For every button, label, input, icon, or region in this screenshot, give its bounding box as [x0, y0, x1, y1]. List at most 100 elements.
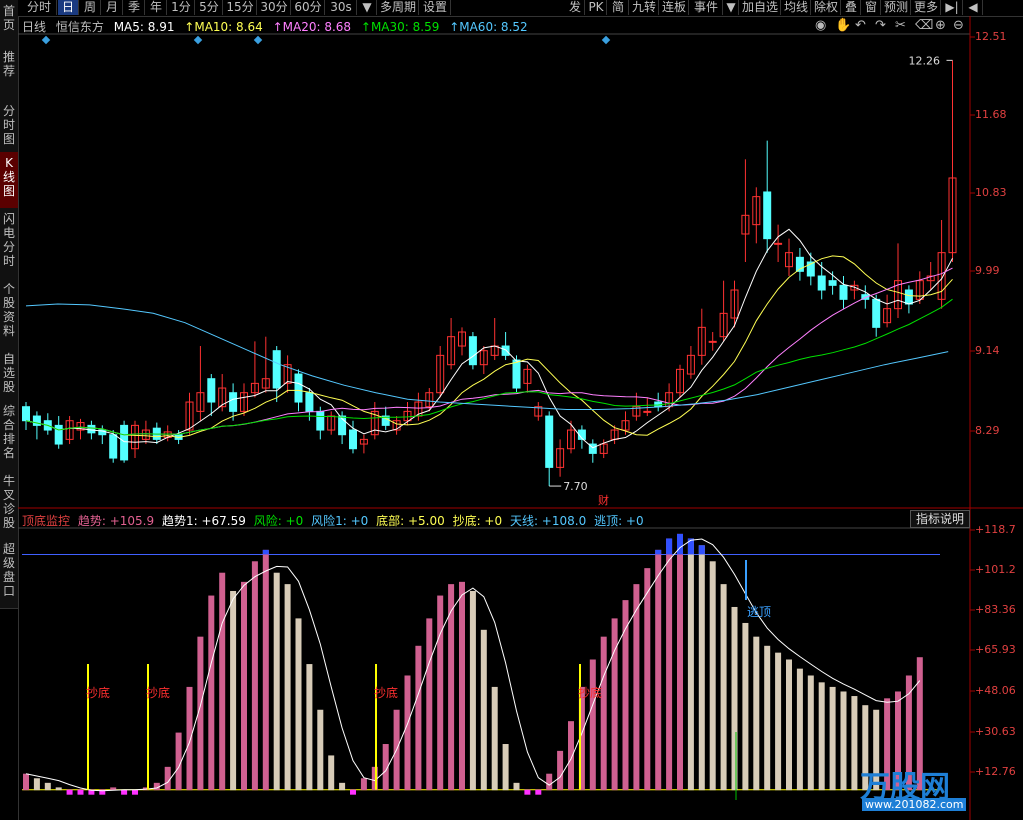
trend-bar	[600, 636, 607, 791]
chaodi-signal-label: 抄底	[578, 685, 602, 700]
price-tick: 12.51	[975, 30, 1007, 43]
price-tick: 9.14	[975, 344, 1000, 357]
candle-body	[54, 424, 63, 445]
trend-bar	[404, 675, 411, 791]
event-marker	[41, 35, 51, 45]
trend-bar	[764, 645, 771, 791]
taoding-bar	[677, 533, 683, 555]
trend-bar	[491, 686, 498, 791]
trend-bar	[818, 682, 825, 791]
taoding-bar	[698, 545, 705, 555]
watermark-url: www.201082.com	[862, 798, 967, 811]
indicator-bottom: 底部: +5.00	[376, 514, 445, 528]
bottom-mark	[524, 789, 531, 795]
candle-body	[545, 415, 554, 468]
trend-bar	[513, 782, 520, 791]
trend-bar	[262, 549, 269, 791]
trend-bar	[415, 645, 422, 791]
trend-bar	[339, 782, 346, 791]
trend-bar	[480, 629, 487, 791]
trend-bar	[328, 755, 335, 791]
indicator-risk: 风险: +0	[253, 514, 304, 528]
candle-body	[22, 406, 30, 422]
indicator-name[interactable]: 顶底监控	[22, 514, 70, 528]
indicator-tick: +12.76	[975, 765, 1016, 778]
trend-bar	[589, 659, 596, 791]
low-price-label: 7.70	[563, 480, 588, 493]
trend-bar	[786, 659, 792, 791]
event-marker	[193, 35, 203, 45]
trend-bar	[840, 691, 847, 791]
trend-bar	[295, 618, 302, 791]
trend-bar	[655, 549, 662, 791]
candle-body	[501, 345, 510, 356]
trend-bar	[851, 696, 858, 791]
ma20-line	[25, 267, 953, 436]
event-marker	[601, 35, 611, 45]
indicator-trend1: 趋势1: +67.59	[161, 514, 246, 528]
trend-bar	[807, 675, 814, 791]
bottom-mark	[350, 789, 356, 795]
candle-body	[774, 242, 783, 245]
trend-bar	[720, 584, 727, 791]
candle-body	[817, 275, 826, 291]
trend-bar	[796, 668, 803, 791]
candle-body	[109, 434, 118, 459]
indicator-tick: +65.93	[975, 643, 1016, 656]
trend-bar	[666, 538, 673, 791]
trend-bar	[23, 773, 29, 791]
candle-body	[349, 429, 357, 450]
price-tick: 10.83	[975, 186, 1007, 199]
trend-bar	[437, 595, 444, 791]
kline-chart[interactable]: 12.26 7.70 财抄底 抄底 抄底 抄底 逃顶	[0, 0, 1023, 820]
candle-body	[828, 280, 837, 286]
indicator-tick: +48.06	[975, 684, 1016, 697]
candle-body	[904, 289, 913, 305]
trend-bar	[33, 778, 40, 791]
taoding-bar	[655, 549, 662, 555]
trend-bar	[611, 618, 618, 791]
trend-bar	[360, 778, 367, 791]
trend-bar	[55, 787, 62, 791]
chaodi-signal-label: 抄底	[146, 685, 170, 700]
indicator-help-button[interactable]: 指标说明	[910, 510, 970, 528]
candle-body	[468, 336, 477, 366]
trend-bar	[459, 581, 465, 791]
candle-body	[643, 410, 652, 413]
candle-body	[316, 410, 325, 431]
trend-bar	[317, 709, 324, 791]
price-tick: 9.99	[975, 264, 1000, 277]
bottom-mark	[132, 789, 138, 795]
trend-bar	[731, 606, 738, 791]
indicator-tick: +101.2	[975, 563, 1016, 576]
price-tick: 11.68	[975, 108, 1007, 121]
taoding-bar	[666, 538, 673, 555]
candle-body	[272, 350, 281, 389]
chaodi-signal-label: 抄底	[86, 685, 110, 700]
trend-bar	[208, 595, 215, 791]
indicator-tick: +30.63	[975, 725, 1016, 738]
chaodi-signal-label: 抄底	[374, 685, 398, 700]
trend-bar	[284, 584, 291, 791]
indicator-chaodi: 抄底: +0	[452, 514, 503, 528]
trend-bar	[306, 664, 313, 791]
bottom-mark	[66, 789, 73, 795]
bottom-mark	[77, 789, 84, 795]
trend-bar	[186, 686, 193, 791]
indicator-header: 顶底监控 趋势: +105.9 趋势1: +67.59 风险: +0 风险1: …	[22, 512, 648, 528]
trend-bar	[251, 561, 258, 791]
candle-body	[872, 298, 881, 328]
indicator-tianxian: 天线: +108.0	[509, 514, 587, 528]
trend-bar	[557, 750, 564, 791]
trend-bar	[426, 618, 433, 791]
candle-body	[294, 373, 303, 403]
trend-bar	[469, 590, 476, 791]
trend-bar	[241, 581, 247, 791]
trend-bar	[775, 652, 782, 791]
candle-body	[839, 284, 848, 300]
trend-bar	[677, 533, 683, 791]
candle-body	[305, 392, 314, 412]
trend-bar	[273, 572, 280, 791]
trend-bar	[546, 773, 553, 791]
indicator-tick: +83.36	[975, 603, 1016, 616]
